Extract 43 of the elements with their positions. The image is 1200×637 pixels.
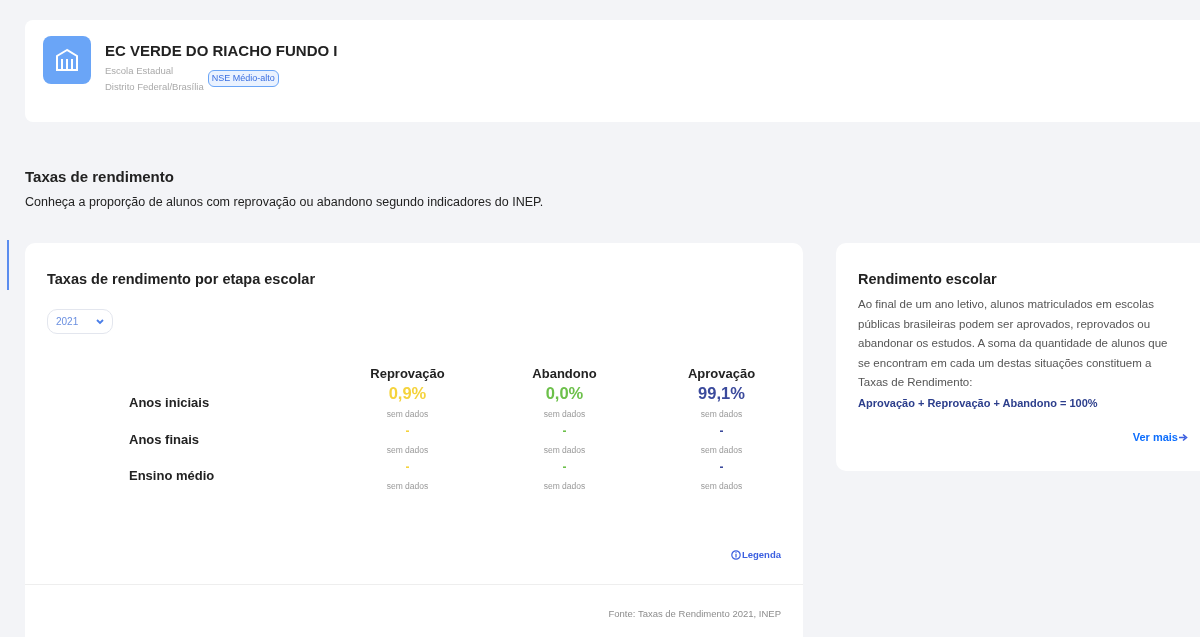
year-select[interactable]: 2021 (47, 309, 113, 334)
row-label: Ensino médio (129, 466, 216, 485)
column-header: Aprovação (686, 365, 757, 383)
row-label: Anos iniciais (129, 393, 211, 412)
formula-text: Aprovação + Reprovação + Abandono = 100% (858, 395, 1099, 411)
rate-value: 99,1% (698, 383, 745, 404)
source-note: Fonte: Taxas de Rendimento 2021, INEP (608, 608, 781, 620)
no-data-note: sem dados (543, 407, 586, 421)
no-data-note: sem dados (543, 479, 586, 493)
school-type: Escola Estadual (105, 63, 175, 78)
rate-value: 0,0% (545, 383, 584, 404)
section-subtitle: Conheça a proporção de alunos com reprovação ou abandono segundo indicadores do INEP. (25, 193, 545, 211)
rate-value: 0,9% (388, 383, 427, 404)
card-title: Rendimento escolar (858, 270, 998, 290)
row-label: Anos finais (129, 430, 201, 449)
school-location: Distrito Federal/Brasília (105, 79, 204, 94)
value-dash: - (405, 460, 410, 474)
info-paragraph: Ao final de um ano letivo, alunos matriculados em escolas públicas brasileiras podem ser aprovados, reprovados ou abandonar os estudos. A soma da quantidade de alunos que se encontram em cada um destas situações constituem a Taxas de Rendimento: (858, 297, 1169, 391)
info-icon (730, 550, 741, 561)
no-data-note: sem dados (386, 443, 429, 457)
value-dash: - (719, 424, 724, 438)
no-data-note: sem dados (700, 443, 743, 457)
nse-tag: NSE Médio-alto (207, 69, 279, 88)
section-title: Taxas de rendimento (25, 167, 175, 187)
arrow-icon (1179, 433, 1188, 442)
column-header: Reprovação (369, 365, 446, 383)
no-data-note: sem dados (700, 479, 743, 493)
chevron-icon (96, 318, 104, 325)
legend-link[interactable]: Legenda (730, 548, 781, 563)
value-dash: - (719, 460, 724, 474)
no-data-note: sem dados (386, 407, 429, 421)
no-data-note: sem dados (543, 443, 586, 457)
school-icon (43, 36, 91, 84)
column-header: Abandono (531, 365, 598, 383)
card-title: Taxas de rendimento por etapa escolar (47, 270, 317, 290)
no-data-note: sem dados (700, 407, 743, 421)
value-dash: - (405, 424, 410, 438)
active-indicator (7, 240, 9, 290)
value-dash: - (562, 460, 567, 474)
see-more-link[interactable]: Ver mais (1132, 429, 1188, 446)
value-dash: - (562, 424, 567, 438)
no-data-note: sem dados (386, 479, 429, 493)
school-name: EC VERDE DO RIACHO FUNDO I (105, 41, 338, 61)
